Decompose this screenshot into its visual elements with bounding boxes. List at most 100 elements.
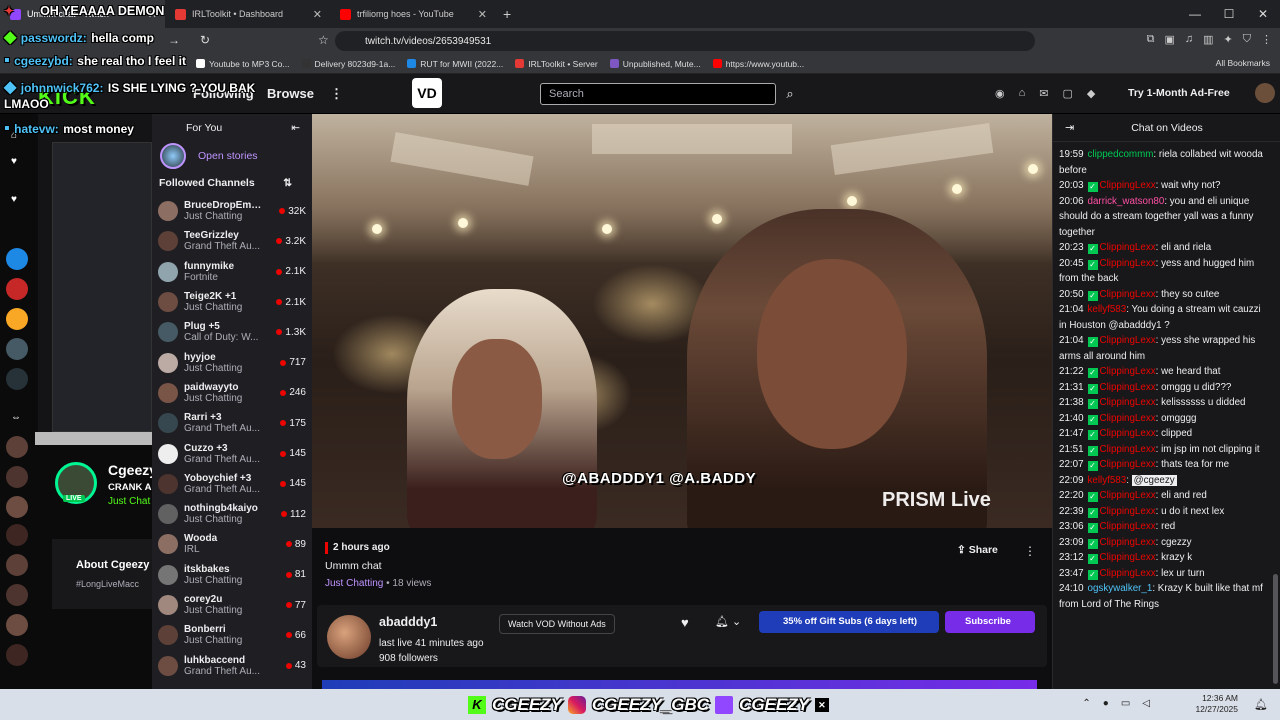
shield-icon[interactable]: ⛉ [1243,33,1251,46]
open-stories[interactable]: Open stories [152,142,312,170]
chat-timestamp[interactable]: 23:12 [1059,552,1084,563]
chat-username[interactable]: ClippingLexx [1100,366,1156,377]
chat-username[interactable]: ClippingLexx [1100,537,1156,548]
chat-timestamp[interactable]: 23:06 [1059,521,1084,532]
chat-username[interactable]: ClippingLexx [1100,490,1156,501]
channel-avatar[interactable] [6,614,28,636]
bookmark-item[interactable]: Unpublished, Mute... [609,59,701,69]
channel-avatar[interactable] [6,496,28,518]
chat-scrollbar[interactable] [1273,574,1278,684]
chat-timestamp[interactable]: 21:04 [1059,304,1084,315]
channel-avatar[interactable] [6,554,28,576]
sidebar-channel-item[interactable]: Yoboychief +3 Grand Theft Au... 145 [152,469,312,499]
pip-scrollbar[interactable] [35,432,152,445]
video-player[interactable]: @ABADDDY1 @A.BADDY PRISM Live [312,114,1052,528]
all-bookmarks-button[interactable]: All Bookmarks [1216,58,1270,68]
maximize-icon[interactable]: ☐ [1212,0,1246,28]
chat-timestamp[interactable]: 20:50 [1059,289,1084,300]
extension-icon[interactable]: ⧉ [1147,33,1155,46]
chat-username[interactable]: ClippingLexx [1100,428,1156,439]
subscribe-button[interactable]: Subscribe [945,611,1035,633]
chat-username[interactable]: ogskywalker_1 [1088,583,1153,594]
microphone-icon[interactable]: ● [1103,698,1109,709]
chat-username[interactable]: ClippingLexx [1100,242,1156,253]
nav-browse[interactable]: Browse [267,86,314,101]
notifications-icon[interactable]: 🔔︎ [1254,698,1268,711]
sort-icon[interactable]: ⇅ [283,177,292,189]
chat-timestamp[interactable]: 22:20 [1059,490,1084,501]
chat-timestamp[interactable]: 24:10 [1059,583,1084,594]
more-options-icon[interactable]: ⋮ [1024,544,1036,558]
channel-avatar[interactable] [6,584,28,606]
chat-timestamp[interactable]: 22:09 [1059,475,1084,486]
sidebar-channel-item[interactable]: Teige2K +1 Just Chatting 2.1K [152,287,312,317]
drops-icon[interactable]: ⌂ [1019,87,1026,100]
chat-timestamp[interactable]: 21:38 [1059,397,1084,408]
forward-icon[interactable]: → [168,33,180,47]
chat-timestamp[interactable]: 20:06 [1059,196,1084,207]
inbox-icon[interactable]: ✉ [1039,87,1048,100]
chat-timestamp[interactable]: 23:47 [1059,568,1084,579]
share-button[interactable]: ⇪ Share [957,544,998,556]
channel-avatar[interactable] [6,248,28,270]
channel-avatar[interactable] [6,466,28,488]
bookmark-item[interactable]: Delivery 8023d9-1a... [301,59,395,69]
sidebar-channel-item[interactable]: itskbakes Just Chatting 81 [152,560,312,590]
sidebar-channel-item[interactable]: nothingb4kaiyo Just Chatting 112 [152,499,312,529]
chat-timestamp[interactable]: 22:39 [1059,506,1084,517]
search-input[interactable]: Search [540,83,776,105]
network-icon[interactable]: ▭ [1121,698,1130,709]
gift-subs-button[interactable]: 35% off Gift Subs (6 days left) [759,611,939,633]
chat-username[interactable]: kellyf583 [1088,475,1127,486]
chat-username[interactable]: ClippingLexx [1100,568,1156,579]
channel-avatar[interactable] [6,644,28,666]
close-tab-icon[interactable]: ✕ [478,8,487,21]
menu-dots-icon[interactable]: ⋮ [1261,33,1272,46]
new-tab-icon[interactable]: + [503,6,511,22]
chat-timestamp[interactable]: 21:22 [1059,366,1084,377]
sidebar-channel-item[interactable]: Wooda IRL 89 [152,529,312,559]
sidebar-channel-item[interactable]: Rarri +3 Grand Theft Au... 175 [152,408,312,438]
bookmark-item[interactable]: RUT for MWII (2022... [407,59,503,69]
chat-username[interactable]: ClippingLexx [1100,258,1156,269]
chat-timestamp[interactable]: 21:31 [1059,382,1084,393]
chat-timestamp[interactable]: 19:59 [1059,149,1084,160]
watch-vod-without-ads-button[interactable]: Watch VOD Without Ads [499,614,615,634]
clock[interactable]: 12:36 AM 12/27/2025 [1195,693,1238,715]
sidepanel-icon[interactable]: ▥ [1203,33,1213,46]
sidebar-channel-item[interactable]: paidwayyto Just Chatting 246 [152,378,312,408]
activity-icon[interactable]: ◉ [995,87,1005,100]
channel-avatar[interactable] [6,368,28,390]
chat-username[interactable]: ClippingLexx [1100,521,1156,532]
heart-icon[interactable]: ♥ [11,156,17,167]
channel-name[interactable]: abadddy1 [379,615,437,629]
sidebar-channel-item[interactable]: hyyjoe Just Chatting 717 [152,347,312,377]
brand-logo[interactable]: VD [412,78,442,108]
sidebar-channel-item[interactable]: Plug +5 Call of Duty: W... 1.3K [152,317,312,347]
chat-username[interactable]: kellyf583 [1088,304,1127,315]
extension-icon[interactable]: ▣ [1164,33,1174,46]
bookmark-item[interactable]: Youtube to MP3 Co... [196,59,290,69]
chat-username[interactable]: ClippingLexx [1100,444,1156,455]
chat-timestamp[interactable]: 20:23 [1059,242,1084,253]
chat-username[interactable]: ClippingLexx [1100,552,1156,563]
chat-timestamp[interactable]: 20:03 [1059,180,1084,191]
sidebar-channel-item[interactable]: corey2u Just Chatting 77 [152,590,312,620]
bookmark-item[interactable]: https://www.youtub... [712,59,804,69]
chat-username[interactable]: ClippingLexx [1100,180,1156,191]
tab-irltoolkit[interactable]: IRLToolkit • Dashboard ✕ [165,0,330,28]
chat-timestamp[interactable]: 20:45 [1059,258,1084,269]
chat-username[interactable]: ClippingLexx [1100,397,1156,408]
channel-avatar[interactable] [6,436,28,458]
close-window-icon[interactable]: ✕ [1246,0,1280,28]
sidebar-channel-item[interactable]: Cuzzo +3 Grand Theft Au... 145 [152,438,312,468]
channel-avatar[interactable] [6,278,28,300]
sidebar-channel-item[interactable]: TeeGrizzley Grand Theft Au... 3.2K [152,226,312,256]
chat-timestamp[interactable]: 21:04 [1059,335,1084,346]
minimize-icon[interactable]: — [1178,0,1212,28]
collapse-sidebar-icon[interactable]: ⇤ [291,122,300,134]
volume-icon[interactable]: ◁ [1142,698,1150,709]
chat-username[interactable]: clippedcommm [1088,149,1154,160]
category-link[interactable]: Just Chatting [325,578,383,589]
chevron-up-icon[interactable]: ⌃ [1082,698,1090,709]
